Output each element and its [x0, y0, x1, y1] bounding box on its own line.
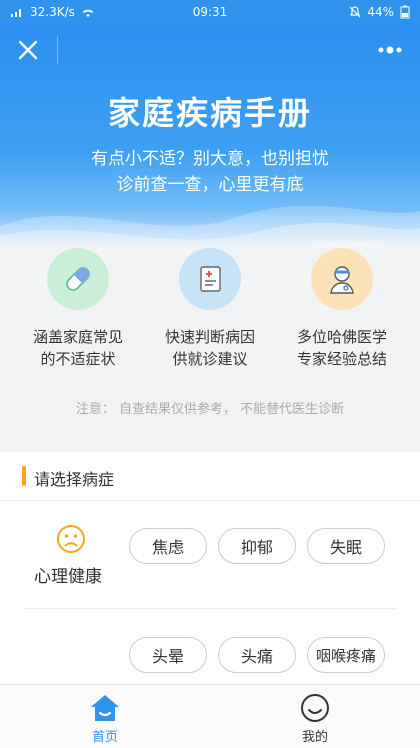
section-title: 请选择病症: [34, 470, 115, 489]
tab-home[interactable]: 首页: [45, 685, 165, 748]
feature-text-line1: 多位哈佛医学: [296, 328, 387, 346]
feature-item: 多位哈佛医学 专家经验总结: [272, 248, 412, 370]
more-icon[interactable]: [374, 38, 406, 62]
symptom-chip[interactable]: 咽喉疼痛: [307, 637, 385, 673]
sad-face-icon: [57, 525, 85, 553]
feature-text-line2: 专家经验总结: [296, 350, 387, 368]
section-header: 请选择病症: [0, 452, 420, 501]
feature-item: 涵盖家庭常见 的不适症状: [8, 248, 148, 370]
symptom-panel: 请选择病症 心理健康 焦虑 抑郁 失眠 头晕 头痛 咽喉疼痛: [0, 452, 420, 684]
feature-text-line2: 的不适症状: [40, 350, 116, 368]
feature-text-line2: 供就诊建议: [172, 350, 248, 368]
tab-label: 首页: [91, 730, 118, 745]
symptom-chip[interactable]: 抑郁: [218, 528, 296, 564]
disclaimer-note: 注意： 自查结果仅供参考， 不能替代医生诊断: [75, 402, 345, 417]
hero-banner: 家庭疾病手册 有点小不适？别大意，也别担忧 诊前查一查，心里更有底: [0, 24, 420, 256]
feature-item: 快速判断病因 供就诊建议: [140, 248, 280, 370]
mute-bell-icon: [349, 6, 361, 18]
symptom-chip[interactable]: 头晕: [129, 637, 207, 673]
feature-text-line1: 涵盖家庭常见: [32, 328, 123, 346]
tab-bar: 首页 我的: [0, 684, 420, 748]
row-divider: [24, 608, 396, 609]
battery-icon: [400, 5, 410, 19]
capsule-icon: [47, 248, 109, 310]
hero-subtitle-line1: 有点小不适？别大意，也别担忧: [91, 149, 329, 169]
close-icon[interactable]: [14, 36, 42, 64]
tab-mine[interactable]: 我的: [255, 685, 375, 748]
smiley-icon: [301, 694, 329, 722]
status-bar: 32.3K/s 09:31 44%: [0, 0, 420, 24]
symptom-chip[interactable]: 头痛: [218, 637, 296, 673]
doctor-icon: [311, 248, 373, 310]
page-title: 家庭疾病手册: [107, 94, 312, 132]
wave-decoration: [0, 205, 420, 256]
section-accent-bar: [22, 466, 26, 486]
nav-divider: [57, 36, 58, 64]
nav-bar: [0, 24, 420, 76]
feature-section: 涵盖家庭常见 的不适症状 快速判断病因 供就诊建议 多位哈佛医学 专家经验总结 注意：…: [0, 248, 420, 426]
symptom-chip[interactable]: 焦虑: [129, 528, 207, 564]
tab-label: 我的: [301, 730, 328, 745]
document-icon: [179, 248, 241, 310]
symptom-chip[interactable]: 失眠: [307, 528, 385, 564]
feature-text-line1: 快速判断病因: [164, 328, 255, 346]
battery-level: 44%: [367, 5, 394, 19]
category-label: 心理健康: [34, 567, 102, 587]
home-icon: [91, 695, 119, 721]
